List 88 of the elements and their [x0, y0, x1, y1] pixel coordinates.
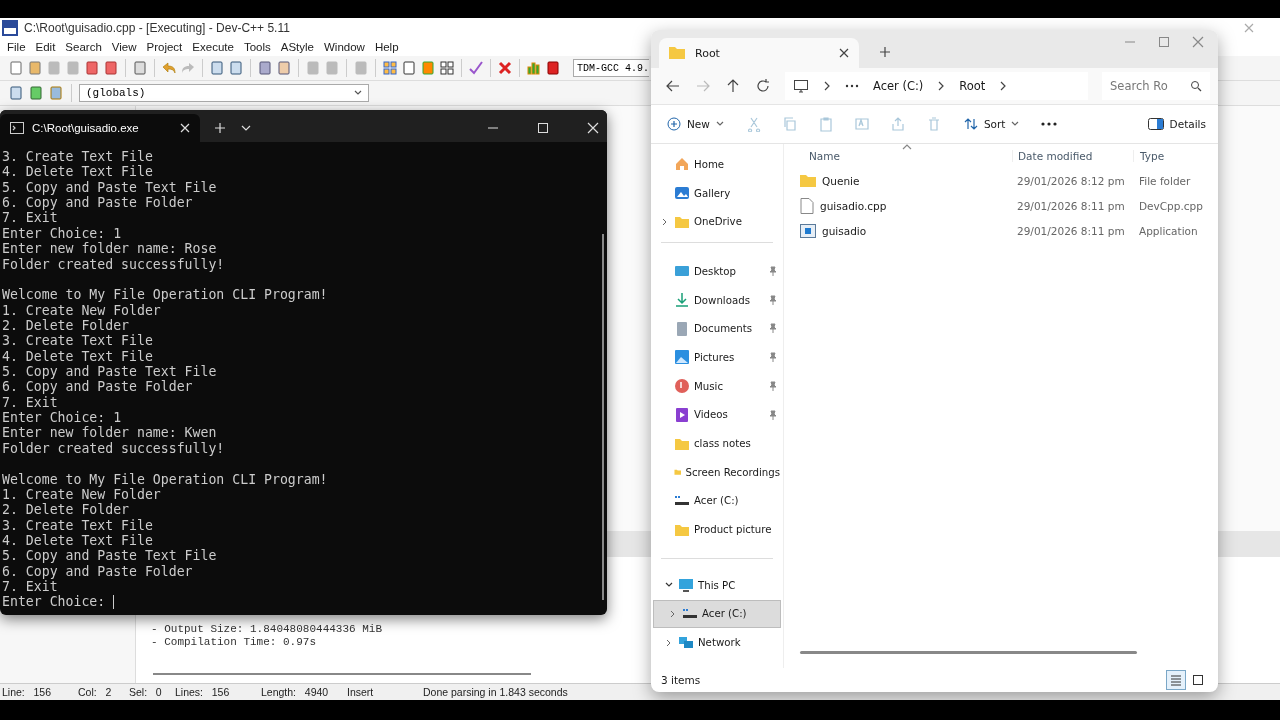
compiler-select[interactable]: TDM-GCC 4.9.	[573, 59, 649, 77]
console-line: Enter new folder name: Rose	[2, 241, 217, 257]
table-cell-text: 29/01/2026 8:11 pm	[1016, 224, 1126, 237]
column-header[interactable]: Name	[784, 150, 1012, 162]
table-cell-text: File folder	[1138, 174, 1192, 187]
sidebar-item[interactable]: This PC	[653, 570, 781, 600]
new-button[interactable]: New	[665, 115, 726, 133]
menu-item[interactable]: Window	[319, 41, 370, 53]
column-header[interactable]: Date modified	[1012, 150, 1133, 162]
console-line: 4. Delete Text File	[2, 348, 153, 365]
breadcrumb-item[interactable]: Root	[959, 79, 986, 93]
status-field: Insert	[345, 686, 421, 698]
sidebar-item[interactable]: Desktop	[653, 257, 781, 286]
console-line: Enter Choice: 1	[2, 410, 122, 426]
menu-item[interactable]: Project	[141, 41, 188, 53]
console-line: 2. Delete Folder	[2, 317, 130, 334]
status-field: Done parsing in 1.843 seconds	[421, 686, 587, 698]
console-line: 7. Exit	[2, 394, 58, 411]
status-field: Col: 2	[76, 686, 127, 698]
console-line: Folder created successfully!	[2, 440, 225, 457]
console-line: 6. Copy and Paste Folder	[2, 379, 193, 395]
console-line: 1. Create New Folder	[2, 486, 161, 503]
sidebar-item[interactable]: Home	[653, 150, 781, 179]
console-line: Enter Choice:	[2, 594, 106, 610]
menu-item[interactable]: Edit	[30, 41, 61, 53]
sidebar-item[interactable]: class notes	[653, 429, 781, 458]
sidebar-item[interactable]: Screen Recordings	[653, 457, 781, 487]
menu-item[interactable]: View	[106, 41, 142, 53]
scope-select[interactable]: (globals)	[79, 84, 369, 102]
console-line: Folder created successfully!	[2, 256, 225, 272]
menu-item[interactable]: Search	[60, 41, 107, 53]
table-cell-text: DevCpp.cpp	[1138, 199, 1204, 212]
breadcrumb-item[interactable]: Acer (C:)	[873, 79, 924, 93]
console-line: 5. Copy and Paste Text File	[2, 179, 217, 196]
compile-log-line: - Output Size: 1.84048080444336 MiB	[151, 623, 383, 636]
console-line: 6. Copy and Paste Folder	[2, 195, 193, 211]
console-line: 3. Create Text File	[2, 149, 153, 165]
status-field: Sel: 0	[127, 686, 173, 698]
menu-item[interactable]: AStyle	[275, 41, 319, 53]
file-name[interactable]: guisadio.cpp	[784, 197, 1012, 214]
sidebar-item[interactable]: Videos	[653, 400, 781, 430]
sidebar-item[interactable]: Documents	[653, 314, 781, 344]
console-line: Enter Choice: 1	[2, 225, 122, 242]
window-title: C:\Root\guisadio.cpp - [Executing] - Dev-C++ 5.11	[24, 21, 291, 35]
file-name[interactable]: Quenie	[784, 173, 1012, 188]
details-button[interactable]: Details	[1145, 116, 1208, 132]
console-line: 5. Copy and Paste Text File	[2, 364, 217, 380]
console-line: 6. Copy and Paste Folder	[2, 563, 193, 580]
console-line: 3. Create Text File	[2, 517, 153, 533]
sidebar-item[interactable]: Downloads	[653, 285, 781, 315]
sidebar-item[interactable]: OneDrive	[653, 207, 781, 237]
sidebar-item[interactable]: Acer (C:)	[653, 599, 781, 629]
console-line: Enter new folder name: Kwen	[2, 425, 217, 441]
table-cell-text: 29/01/2026 8:11 pm	[1016, 199, 1126, 212]
status-field: Lines: 156	[173, 686, 259, 698]
sidebar-item[interactable]: Acer (C:)	[653, 486, 781, 516]
terminal-tab[interactable]: C:\Root\guisadio.exe	[0, 114, 200, 142]
sort-button[interactable]: Sort	[961, 115, 1022, 133]
item-count: 3 items	[661, 674, 701, 686]
menu-item[interactable]: Execute	[187, 41, 239, 53]
search-field[interactable]: Search Ro	[1102, 72, 1210, 100]
console-line: 7. Exit	[2, 579, 58, 595]
console-line: 7. Exit	[2, 210, 58, 226]
explorer-tab[interactable]: Root	[659, 38, 859, 68]
menu-item[interactable]: Help	[369, 41, 404, 53]
sidebar-item[interactable]: Music	[653, 371, 781, 401]
sidebar-item[interactable]: Network	[653, 628, 781, 657]
console-line: 4. Delete Text File	[2, 164, 153, 180]
sidebar-item[interactable]: Product picture	[653, 515, 781, 544]
compile-log-line: - Compilation Time: 0.97s	[151, 636, 317, 649]
file-name[interactable]: guisadio	[784, 223, 1012, 238]
console-line: 1. Create New Folder	[2, 302, 161, 318]
console-line: 5. Copy and Paste Text File	[2, 548, 217, 564]
console-line: 2. Delete Folder	[2, 502, 130, 518]
console-line: 4. Delete Text File	[2, 533, 153, 549]
console-line: 3. Create Text File	[2, 333, 153, 349]
table-cell-text: Application	[1138, 224, 1199, 237]
console-line: Welcome to My File Operation CLI Program!	[2, 287, 328, 303]
sidebar-item[interactable]: Pictures	[653, 343, 781, 372]
column-header[interactable]: Type	[1133, 150, 1218, 162]
address-bar[interactable]: Acer (C:) Root	[785, 72, 1088, 100]
sidebar-item[interactable]: Gallery	[653, 178, 781, 208]
menu-item[interactable]: File	[2, 41, 31, 53]
status-field: Line: 156	[0, 686, 76, 698]
console-line: Welcome to My File Operation CLI Program!	[2, 471, 328, 487]
table-cell-text: 29/01/2026 8:12 pm	[1016, 174, 1126, 187]
menu-item[interactable]: Tools	[238, 41, 276, 53]
status-field: Length: 4940	[259, 686, 345, 698]
